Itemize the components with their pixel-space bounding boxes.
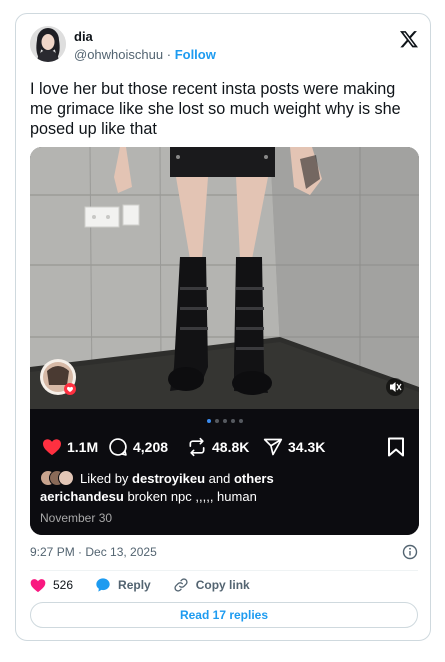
author-handle[interactable]: @ohwhoischuu <box>74 47 163 62</box>
instagram-post-footer: 1.1M 4,208 48.8K 34.3K Liked by destroyi… <box>30 409 419 535</box>
speech-bubble-icon <box>96 578 110 592</box>
liked-by-avatars <box>40 470 76 486</box>
carousel-dot[interactable] <box>222 419 227 423</box>
avatar-image <box>30 26 66 62</box>
divider <box>30 570 418 571</box>
shares-count: 34.3K <box>288 439 326 455</box>
heart-icon <box>43 439 61 456</box>
tweet-embed-card: dia @ohwhoischuu · Follow I love her but… <box>15 13 431 641</box>
carousel-indicator[interactable] <box>30 419 419 423</box>
shares-stat[interactable]: 34.3K <box>263 437 325 457</box>
liked-by-user[interactable]: destroyikeu <box>132 471 205 486</box>
likes-count: 1.1M <box>67 439 99 455</box>
liked-by-and: and <box>208 470 231 486</box>
read-replies-button[interactable]: Read 17 replies <box>30 602 418 628</box>
bookmark-icon <box>388 437 404 457</box>
separator-dot: · <box>166 47 172 62</box>
info-icon[interactable] <box>402 544 418 560</box>
caption-username[interactable]: aerichandesu <box>40 489 124 504</box>
comment-icon <box>109 438 127 456</box>
tweet-text: I love her but those recent insta posts … <box>30 80 401 138</box>
liked-by-row: Liked by destroyikeu and others <box>40 469 274 487</box>
bookmark-button[interactable] <box>387 437 405 462</box>
liker-avatar <box>58 470 74 486</box>
embedded-instagram-post[interactable]: 1.1M 4,208 48.8K 34.3K Liked by destroyi… <box>30 147 419 535</box>
tweet-timestamp[interactable]: 9:27 PM · Dec 13, 2025 <box>30 545 157 559</box>
send-icon <box>263 438 283 456</box>
like-count: 526 <box>53 578 74 592</box>
comments-count: 4,208 <box>133 439 169 455</box>
copy-link-label: Copy link <box>195 578 250 592</box>
tweet-actions: 526 Reply Copy link <box>30 577 272 593</box>
reply-label: Reply <box>118 578 151 592</box>
author-handle-row: @ohwhoischuu · Follow <box>74 47 216 62</box>
speaker-muted-icon[interactable] <box>386 378 404 396</box>
reply-button[interactable]: Reply <box>95 577 151 593</box>
copy-link-button[interactable]: Copy link <box>173 577 250 593</box>
author-name[interactable]: dia <box>74 29 93 44</box>
follow-button[interactable]: Follow <box>175 47 216 62</box>
likes-stat[interactable]: 1.1M <box>42 437 98 457</box>
repost-icon <box>189 437 205 457</box>
like-button[interactable]: 526 <box>30 578 73 593</box>
reposts-count: 48.8K <box>212 439 250 455</box>
carousel-dot[interactable] <box>214 419 219 423</box>
post-photo[interactable] <box>30 147 419 409</box>
carousel-dot[interactable] <box>238 419 243 423</box>
author-avatar[interactable] <box>30 26 66 62</box>
post-caption: aerichandesu broken npc ,,,,, human <box>40 489 257 504</box>
heart-icon <box>30 578 46 592</box>
liked-by-prefix: Liked by <box>80 470 129 486</box>
x-logo-icon[interactable] <box>399 29 419 49</box>
post-date: November 30 <box>40 511 113 525</box>
link-icon <box>174 578 188 592</box>
caption-text: broken npc ,,,,, human <box>127 489 257 504</box>
comments-stat[interactable]: 4,208 <box>108 437 168 457</box>
liked-by-others[interactable]: others <box>234 471 274 486</box>
reposts-stat[interactable]: 48.8K <box>187 437 249 457</box>
carousel-dot[interactable] <box>206 419 211 423</box>
carousel-dot[interactable] <box>230 419 235 423</box>
